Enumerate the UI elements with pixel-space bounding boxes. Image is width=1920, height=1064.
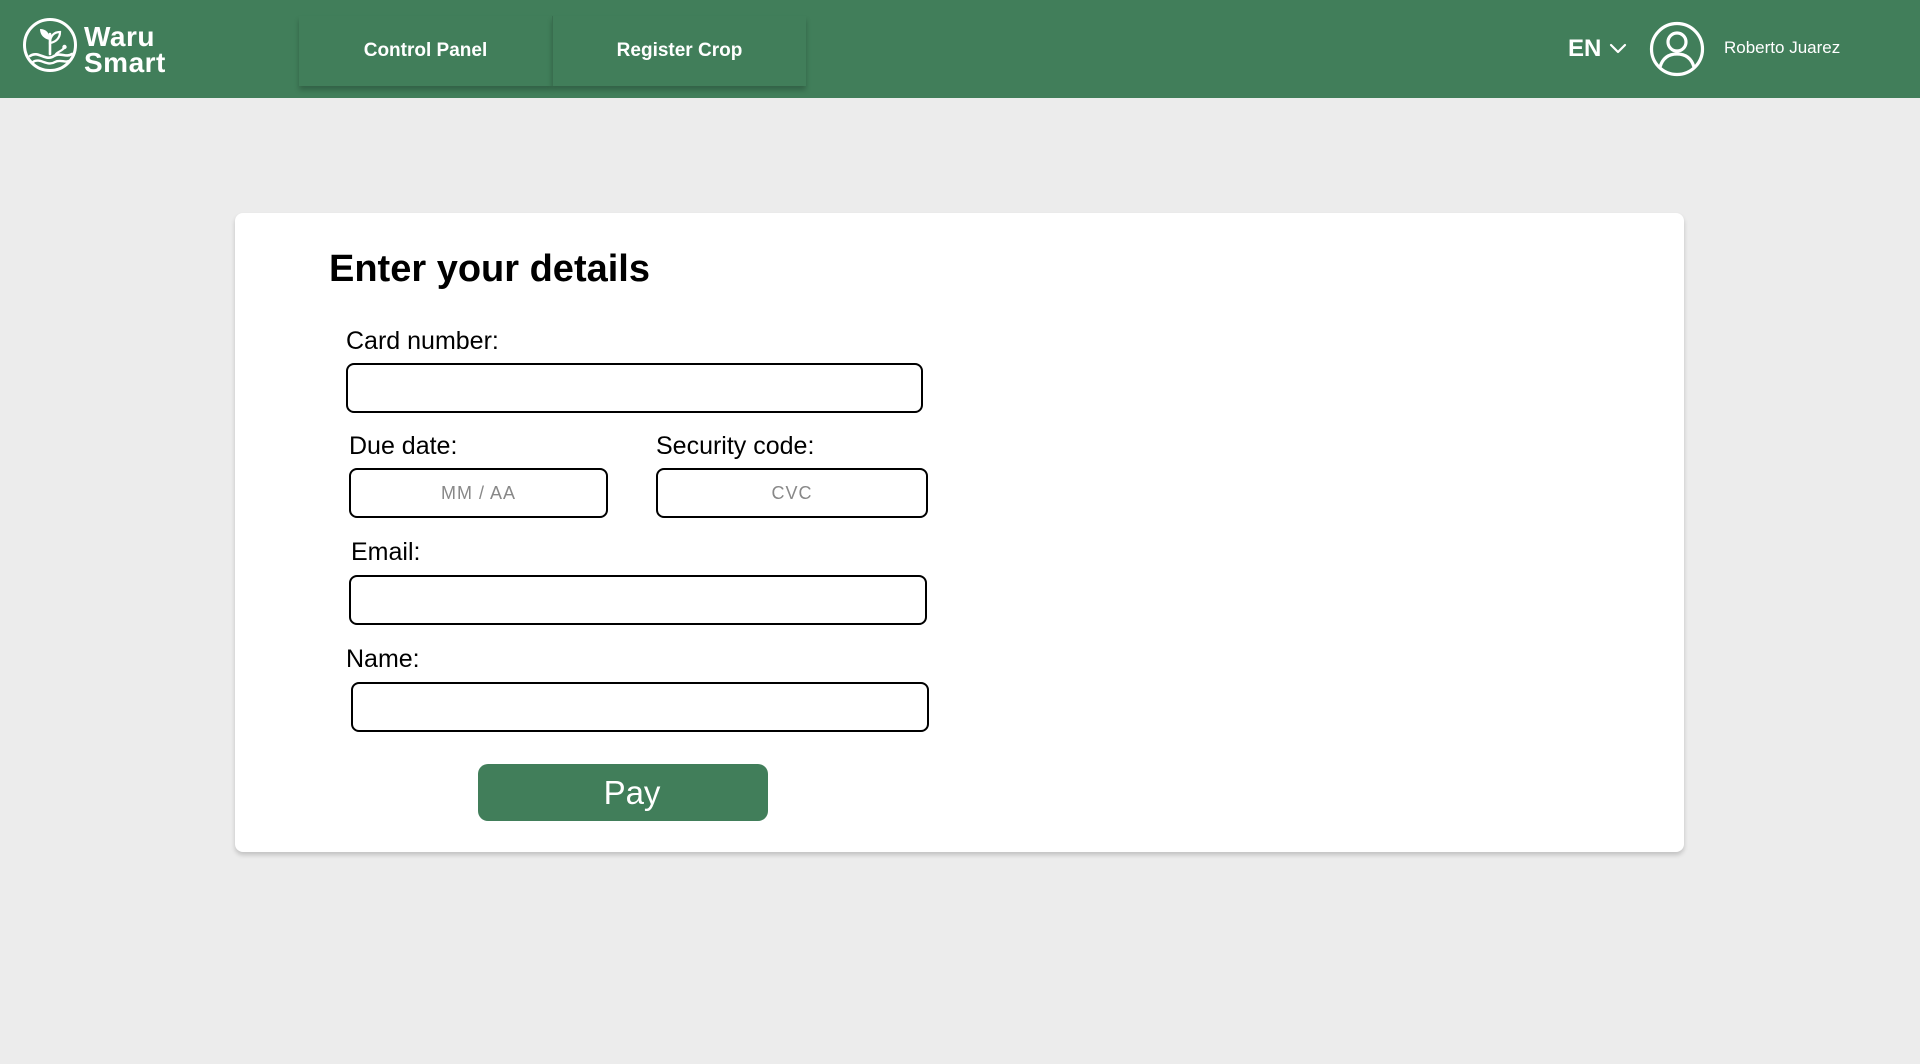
payment-details-card: Enter your details Card number: Due date…: [235, 213, 1684, 852]
nav-tab-register-crop[interactable]: Register Crop: [552, 16, 806, 86]
page-title: Enter your details: [329, 248, 650, 290]
security-code-label: Security code:: [656, 432, 815, 460]
brand-logo[interactable]: Waru Smart: [22, 16, 202, 82]
top-navigation-bar: Waru Smart Control Panel Register Crop E…: [0, 0, 1920, 98]
card-number-input[interactable]: [346, 363, 923, 413]
user-name[interactable]: Roberto Juarez: [1724, 38, 1840, 58]
pay-button[interactable]: Pay: [478, 764, 768, 821]
security-code-input[interactable]: [656, 468, 928, 518]
email-input[interactable]: [349, 575, 927, 625]
due-date-input[interactable]: [349, 468, 608, 518]
user-avatar[interactable]: [1649, 21, 1705, 77]
language-code: EN: [1568, 35, 1602, 62]
email-label: Email:: [351, 538, 421, 566]
card-number-label: Card number:: [346, 327, 499, 355]
nav-tab-control-panel[interactable]: Control Panel: [299, 16, 552, 86]
name-label: Name:: [346, 645, 420, 673]
user-circle-icon: [1649, 21, 1705, 77]
chevron-down-icon: [1610, 43, 1627, 54]
main-nav: Control Panel Register Crop: [299, 16, 806, 86]
sprout-in-circle-icon: [23, 18, 77, 72]
name-input[interactable]: [351, 682, 929, 732]
due-date-label: Due date:: [349, 432, 458, 460]
language-selector[interactable]: EN: [1568, 31, 1627, 67]
brand-name-line2: Smart: [84, 47, 166, 78]
brand-name: Waru Smart: [84, 23, 166, 78]
